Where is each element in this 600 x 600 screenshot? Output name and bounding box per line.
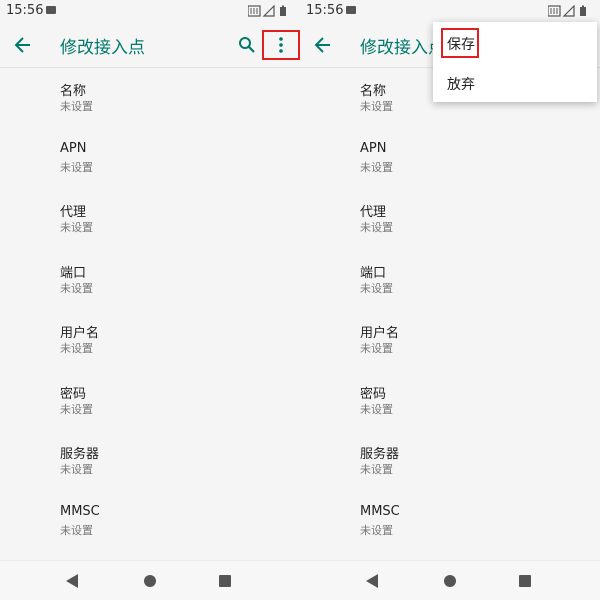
setting-value: 未设置 — [60, 221, 93, 234]
status-time: 15:56 — [6, 3, 44, 18]
sim-icon — [548, 5, 561, 17]
setting-value: 未设置 — [360, 523, 393, 537]
setting-value: 未设置 — [60, 281, 93, 295]
setting-value: 未设置 — [360, 342, 393, 355]
setting-title: MMSC — [360, 503, 400, 519]
setting-title: 服务器 — [360, 447, 400, 462]
battery-icon — [580, 5, 586, 16]
status-icons — [248, 5, 292, 17]
setting-value: 未设置 — [60, 463, 93, 476]
setting-value: 未设置 — [360, 402, 393, 416]
setting-apn[interactable]: APN 未设置 — [300, 129, 600, 190]
setting-value: 未设置 — [360, 100, 393, 113]
apn-settings-list: 名称 未设置 APN 未设置 代理 未设置 端口 未设置 用户名 未设置 密码 … — [300, 68, 600, 552]
sim-icon — [248, 5, 261, 17]
more-vert-icon — [279, 37, 283, 53]
search-button[interactable] — [236, 34, 258, 56]
setting-server[interactable]: 服务器 未设置 — [0, 431, 300, 492]
setting-name[interactable]: 名称 未设置 — [0, 68, 300, 129]
image-notification-icon — [46, 6, 56, 14]
nav-home-icon[interactable] — [444, 575, 456, 587]
nav-home-icon[interactable] — [144, 575, 156, 587]
setting-title: 名称 — [60, 84, 87, 99]
setting-value: 未设置 — [60, 342, 93, 355]
app-bar: 修改接入点 — [0, 22, 300, 68]
nav-recents-icon[interactable] — [519, 575, 531, 587]
page-title: 修改接入点 — [60, 38, 145, 58]
navigation-bar — [300, 560, 600, 600]
status-bar: 15:56 — [300, 0, 600, 22]
setting-value: 未设置 — [360, 160, 393, 174]
setting-title: 服务器 — [60, 447, 100, 462]
nav-back-icon[interactable] — [366, 574, 378, 588]
setting-server[interactable]: 服务器 未设置 — [300, 431, 600, 492]
signal-icon — [562, 5, 575, 17]
setting-port[interactable]: 端口 未设置 — [300, 250, 600, 311]
setting-title: 用户名 — [360, 326, 400, 341]
setting-value: 未设置 — [60, 100, 93, 113]
setting-title: 代理 — [360, 205, 387, 220]
setting-title: 密码 — [360, 386, 387, 402]
back-button[interactable] — [310, 32, 336, 58]
nav-back-icon[interactable] — [66, 574, 78, 588]
arrow-left-icon — [14, 37, 30, 53]
setting-title: 名称 — [360, 84, 387, 99]
setting-port[interactable]: 端口 未设置 — [0, 250, 300, 311]
right-screen: 15:56 修改接入点 名称 未设置 APN 未设置 代理 未设置 端口 未设置… — [300, 0, 600, 600]
setting-title: 密码 — [60, 386, 87, 402]
image-notification-icon — [346, 6, 356, 14]
menu-item-discard[interactable]: 放弃 — [433, 62, 597, 102]
setting-title: 用户名 — [60, 326, 100, 341]
setting-mmsc[interactable]: MMSC 未设置 — [300, 492, 600, 553]
apn-settings-list: 名称 未设置 APN 未设置 代理 未设置 端口 未设置 用户名 未设置 密码 … — [0, 68, 300, 552]
arrow-left-icon — [314, 37, 330, 53]
menu-item-save[interactable]: 保存 — [433, 22, 597, 62]
setting-value: 未设置 — [360, 281, 393, 295]
setting-title: 端口 — [60, 265, 87, 281]
setting-proxy[interactable]: 代理 未设置 — [300, 189, 600, 250]
setting-username[interactable]: 用户名 未设置 — [300, 310, 600, 371]
setting-apn[interactable]: APN 未设置 — [0, 129, 300, 190]
back-button[interactable] — [10, 32, 36, 58]
setting-value: 未设置 — [60, 402, 93, 416]
setting-title: APN — [60, 140, 87, 156]
left-screen: 15:56 修改接入点 名称 未设置 APN 未设置 代理 未设置 端口 未设置… — [0, 0, 300, 600]
setting-value: 未设置 — [360, 463, 393, 476]
navigation-bar — [0, 560, 300, 600]
menu-item-label: 放弃 — [447, 77, 475, 93]
status-icons — [548, 5, 592, 17]
setting-password[interactable]: 密码 未设置 — [300, 371, 600, 432]
battery-icon — [280, 5, 286, 16]
setting-title: APN — [360, 140, 387, 156]
setting-value: 未设置 — [60, 523, 93, 537]
setting-title: 代理 — [60, 205, 87, 220]
overflow-menu: 保存 放弃 — [433, 22, 597, 102]
setting-proxy[interactable]: 代理 未设置 — [0, 189, 300, 250]
setting-title: 端口 — [360, 265, 387, 281]
nav-recents-icon[interactable] — [219, 575, 231, 587]
overflow-menu-button[interactable] — [262, 30, 300, 60]
status-bar: 15:56 — [0, 0, 300, 22]
setting-title: MMSC — [60, 503, 100, 519]
setting-value: 未设置 — [360, 221, 393, 234]
signal-icon — [262, 5, 275, 17]
setting-mmsc[interactable]: MMSC 未设置 — [0, 492, 300, 553]
status-time: 15:56 — [306, 3, 344, 18]
setting-password[interactable]: 密码 未设置 — [0, 371, 300, 432]
highlight-box — [441, 28, 479, 58]
setting-value: 未设置 — [60, 160, 93, 174]
setting-username[interactable]: 用户名 未设置 — [0, 310, 300, 371]
search-icon — [239, 37, 255, 53]
